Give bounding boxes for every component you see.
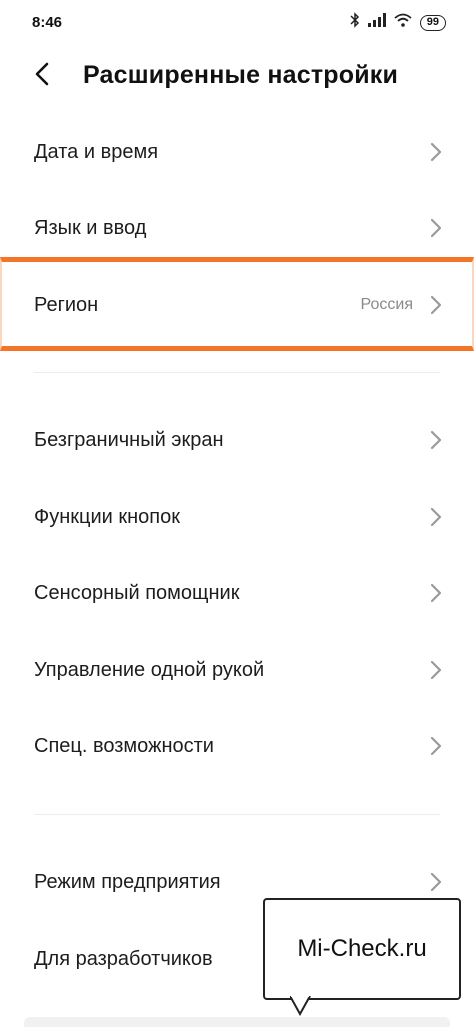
settings-item-touch-assistant[interactable]: Сенсорный помощник [0,558,474,628]
back-button[interactable] [24,58,60,94]
chevron-right-icon [428,659,444,681]
bluetooth-icon [350,12,360,33]
chevron-right-icon [428,429,444,451]
settings-item-label: Дата и время [34,140,159,163]
settings-item-label: Функции кнопок [34,505,180,528]
header: Расширенные настройки [0,50,474,102]
chevron-right-icon [428,735,444,757]
chevron-right-icon [428,217,444,239]
settings-item-label: Для разработчиков [34,947,213,970]
settings-item-label: Управление одной рукой [34,658,265,681]
status-bar: 8:46 99 [0,0,474,44]
settings-item-fullscreen-display[interactable]: Безграничный экран [0,405,474,475]
settings-item-label: Регион [34,293,99,316]
wifi-icon [394,13,412,32]
chevron-right-icon [428,506,444,528]
settings-item-region[interactable]: Регион Россия [0,270,474,340]
chevron-right-icon [428,871,444,893]
settings-item-language-input[interactable]: Язык и ввод [0,193,474,263]
settings-item-date-time[interactable]: Дата и время [0,117,474,187]
settings-item-button-functions[interactable]: Функции кнопок [0,482,474,552]
section-divider [34,814,440,815]
bottom-card-edge [24,1017,450,1027]
section-divider [34,372,440,373]
battery-indicator: 99 [419,14,446,31]
signal-icon [367,13,386,32]
settings-item-accessibility[interactable]: Спец. возможности [0,711,474,781]
settings-item-label: Язык и ввод [34,216,147,239]
settings-item-label: Спец. возможности [34,734,214,757]
status-time: 8:46 [32,14,63,31]
page-title: Расширенные настройки [83,61,399,89]
settings-item-label: Безграничный экран [34,428,224,451]
watermark-bubble: Mi-Check.ru [263,898,461,1000]
settings-item-label: Режим предприятия [34,870,221,893]
settings-item-label: Сенсорный помощник [34,581,240,604]
status-icons: 99 [350,12,446,33]
chevron-right-icon [428,582,444,604]
back-arrow-icon [35,62,49,91]
settings-item-value: Россия [360,296,413,313]
chevron-right-icon [428,141,444,163]
chevron-right-icon [428,294,444,316]
settings-item-one-handed-mode[interactable]: Управление одной рукой [0,635,474,705]
watermark-tail [290,996,311,1016]
watermark-text: Mi-Check.ru [297,935,427,962]
